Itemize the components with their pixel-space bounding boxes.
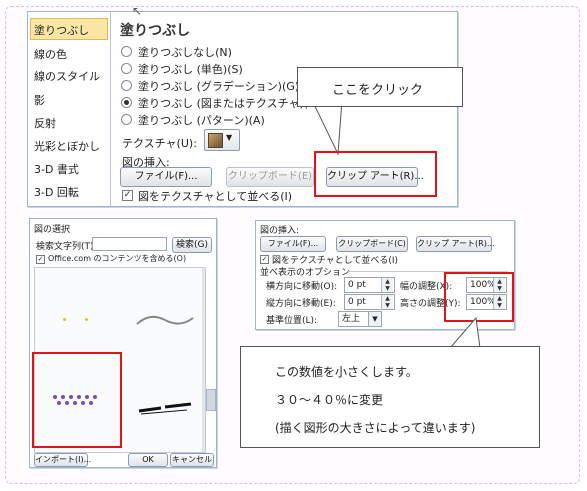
officecom-label[interactable]: Office.com のコンテンツを含める(O) xyxy=(48,253,186,264)
offset-x-label: 横方向に移動(O): xyxy=(266,282,338,292)
sidebar: 塗りつぶし 線の色 線のスタイル 影 反射 光彩とぼかし 3-D 書式 3-D … xyxy=(28,12,111,206)
sidebar-item-reflection[interactable]: 反射 xyxy=(34,115,56,131)
alignment-select[interactable]: 左上 xyxy=(338,311,369,327)
offset-y-label: 縦方向に移動(E): xyxy=(266,299,336,309)
search-button[interactable]: 検索(G) xyxy=(172,237,212,253)
wavy-line-icon xyxy=(136,315,194,325)
cursor-icon: ↖ xyxy=(132,4,143,18)
tile-texture-checkbox[interactable]: ✓ xyxy=(260,255,269,264)
tile-texture-checkbox[interactable]: ✓ xyxy=(122,190,133,201)
dashed-bar-icon xyxy=(138,402,192,415)
callout-line: この数値を小さくします。 xyxy=(275,365,418,379)
tiling-options-heading: 並べ表示のオプション xyxy=(260,268,351,278)
officecom-checkbox[interactable]: ✓ xyxy=(36,255,45,264)
search-label: 検索文字列(T): xyxy=(36,242,97,252)
file-button[interactable]: ファイル(F)... xyxy=(260,236,326,252)
sidebar-item-line-style[interactable]: 線のスタイル xyxy=(34,68,100,84)
clip-thumbnail[interactable] xyxy=(39,280,119,360)
sidebar-item-3d-rotation[interactable]: 3-D 回転 xyxy=(34,184,79,200)
sidebar-item-line-color[interactable]: 線の色 xyxy=(34,46,67,62)
texture-label: テクスチャ(U): xyxy=(122,137,197,150)
sidebar-item-shadow[interactable]: 影 xyxy=(34,92,45,108)
clipboard-button[interactable]: クリップボード(E) xyxy=(226,167,314,187)
panel-title: 塗りつぶし xyxy=(120,23,191,39)
callout-click-text: ここをクリック xyxy=(332,83,424,98)
fill-none-radio[interactable] xyxy=(121,46,132,57)
clip-art-button[interactable]: クリップ アート(R)... xyxy=(416,236,495,252)
callout-line: ３０～４０％に変更 xyxy=(275,393,384,407)
highlight-clip-art xyxy=(314,151,437,197)
fill-pattern-label[interactable]: 塗りつぶし (パターン)(A) xyxy=(138,112,265,128)
clip-thumbnail[interactable] xyxy=(129,280,201,360)
highlight-selected-clip xyxy=(32,352,122,448)
tile-texture-label[interactable]: 図をテクスチャとして並べる(I) xyxy=(138,188,292,204)
scrollbar[interactable] xyxy=(202,268,205,452)
import-button[interactable]: インポート(I)... xyxy=(34,453,91,467)
fill-pattern-radio[interactable] xyxy=(121,114,132,125)
fill-gradient-radio[interactable] xyxy=(121,80,132,91)
search-input[interactable] xyxy=(92,237,167,251)
sidebar-item-glow[interactable]: 光彩とぼかし xyxy=(34,138,100,154)
ok-button[interactable]: OK xyxy=(128,453,168,467)
cancel-button[interactable]: キャンセル xyxy=(170,453,214,467)
chevron-down-icon: ▼ xyxy=(226,133,233,142)
dot-icon xyxy=(63,318,66,321)
dotted-pattern-icon xyxy=(53,395,97,405)
scrollbar-thumb[interactable] xyxy=(206,389,216,411)
fill-solid-radio[interactable] xyxy=(121,63,132,74)
picker-title: 図の選択 xyxy=(34,225,71,235)
dot-icon xyxy=(85,318,88,321)
sidebar-item-3d-format[interactable]: 3-D 書式 xyxy=(34,161,79,177)
insert-from-label: 図の挿入: xyxy=(260,226,300,236)
fill-picture-radio[interactable] xyxy=(121,97,132,108)
texture-swatch-icon xyxy=(208,133,223,148)
alignment-label: 基準位置(L): xyxy=(266,316,318,326)
callout-line: (描く図形の大きさによって違います) xyxy=(275,421,476,435)
chevron-down-icon[interactable]: ▼ xyxy=(368,311,382,327)
fill-none-label[interactable]: 塗りつぶしなし(N) xyxy=(138,44,232,60)
texture-dropdown[interactable]: ▼ xyxy=(204,129,240,151)
clipboard-button[interactable]: クリップボード(C) xyxy=(336,236,408,252)
offset-y-spinner[interactable]: ▲ ▼ xyxy=(381,295,393,309)
clip-thumbnail[interactable] xyxy=(129,380,201,450)
fill-solid-label[interactable]: 塗りつぶし (単色)(S) xyxy=(138,61,243,77)
callout-reduce-value: この数値を小さくします。 ３０～４０％に変更 (描く図形の大きさによって違います… xyxy=(240,346,540,448)
sidebar-item-label: 塗りつぶし xyxy=(34,24,90,37)
offset-x-spinner[interactable]: ▲ ▼ xyxy=(381,278,393,292)
fill-gradient-label[interactable]: 塗りつぶし (グラデーション)(G) xyxy=(138,78,299,94)
file-button[interactable]: ファイル(F)... xyxy=(120,167,212,187)
callout-click-here: ここをクリック xyxy=(297,67,463,107)
